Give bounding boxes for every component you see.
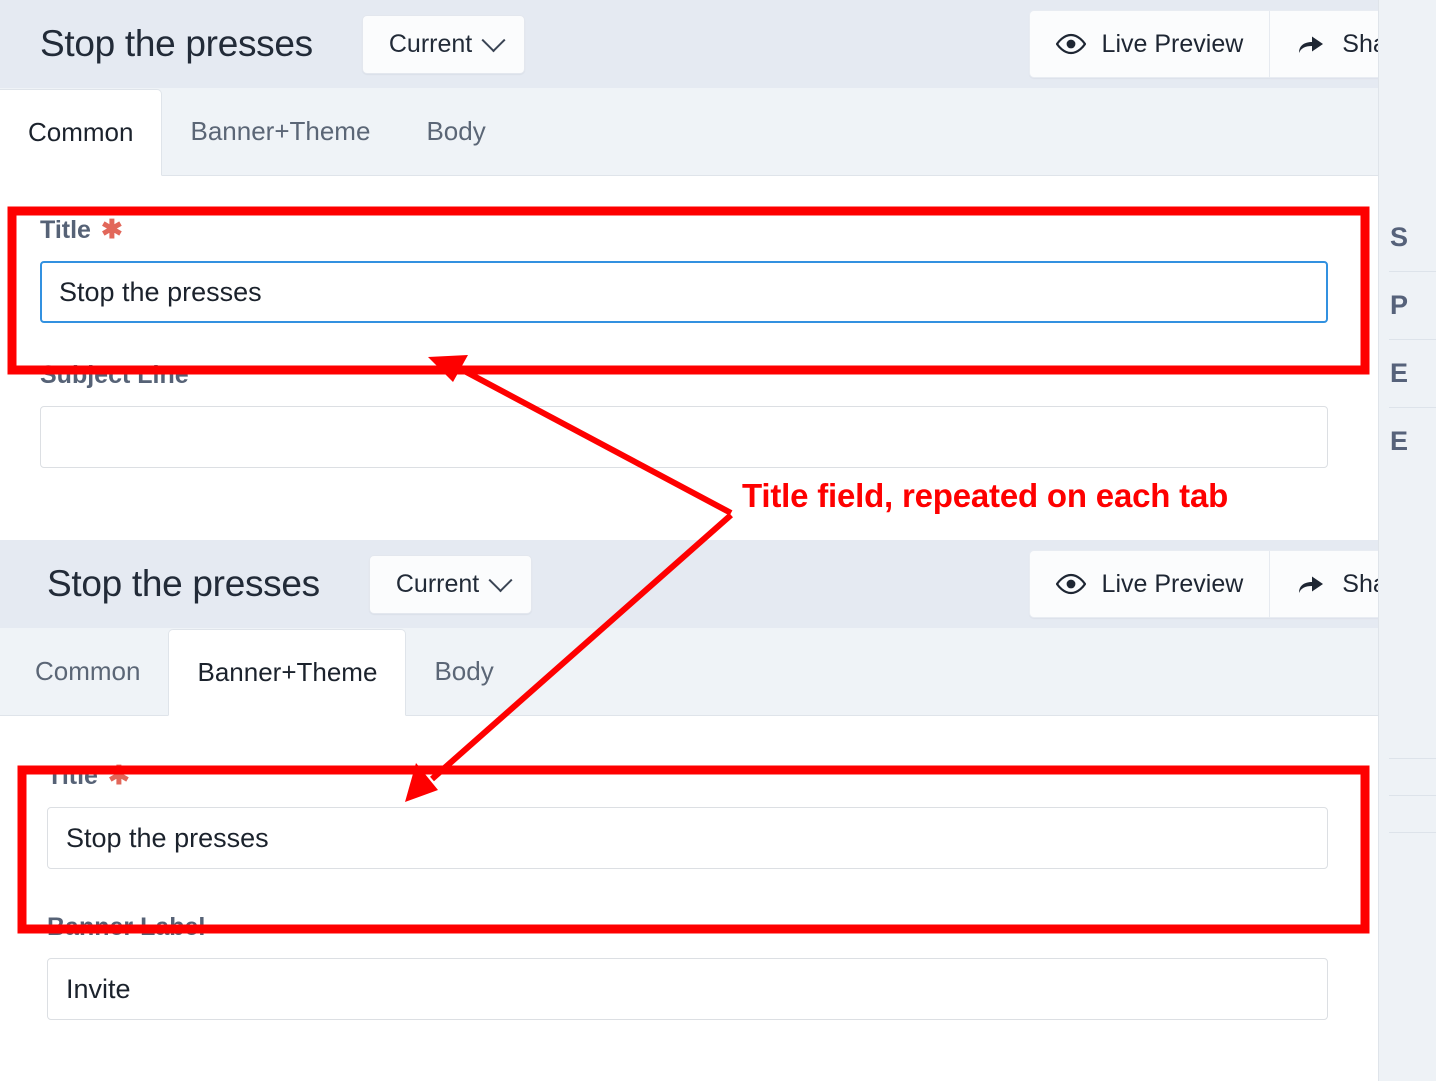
divider <box>1389 271 1436 272</box>
tab-banner-theme-label: Banner+Theme <box>190 116 371 146</box>
title-label-text: Title <box>40 216 91 244</box>
field-banner-label: Banner Label <box>7 913 1436 1020</box>
field-subject-line: Subject Line <box>0 361 1436 468</box>
live-preview-button[interactable]: Live Preview <box>1028 550 1271 618</box>
tab-bar: Common Banner+Theme Body <box>0 628 1436 716</box>
field-title: Title ✱ <box>0 214 1436 323</box>
banner-label-input[interactable] <box>47 958 1328 1020</box>
required-asterisk-icon: ✱ <box>107 760 130 790</box>
banner-theme-tab-panel: Stop the presses Current Live Preview Sh… <box>0 540 1436 1081</box>
tab-common[interactable]: Common <box>7 628 168 715</box>
banner-label-field-label: Banner Label <box>47 913 1396 942</box>
side-rail-item[interactable]: S <box>1379 222 1436 253</box>
common-tab-panel: Stop the presses Current Live Preview Sh… <box>0 0 1436 540</box>
subject-line-input[interactable] <box>40 406 1328 468</box>
title-input[interactable] <box>40 261 1328 323</box>
live-preview-button[interactable]: Live Preview <box>1028 10 1271 78</box>
tab-common-label: Common <box>28 117 134 147</box>
tab-common-label: Common <box>35 656 141 686</box>
tab-banner-theme[interactable]: Banner+Theme <box>162 88 398 175</box>
form-area: Title ✱ Banner Label <box>0 716 1436 1081</box>
tab-body-label: Body <box>434 656 494 686</box>
chevron-down-icon <box>488 567 513 592</box>
version-dropdown-label: Current <box>395 569 480 598</box>
page-title: Stop the presses <box>40 23 313 64</box>
banner-label-label-text: Banner Label <box>47 913 206 941</box>
share-arrow-icon <box>1296 572 1326 596</box>
side-rail <box>1378 540 1436 1081</box>
live-preview-label: Live Preview <box>1101 569 1244 598</box>
title-field-label: Title ✱ <box>47 760 1396 791</box>
title-label-text: Title <box>47 762 98 790</box>
side-rail-item[interactable]: P <box>1379 290 1436 321</box>
required-asterisk-icon: ✱ <box>100 214 123 244</box>
divider <box>1389 832 1436 833</box>
app-header-bar: Stop the presses Current Live Preview Sh… <box>0 0 1436 88</box>
share-arrow-icon <box>1296 32 1326 56</box>
field-title: Title ✱ <box>7 760 1436 869</box>
header-actions: Live Preview Share <box>1028 0 1436 88</box>
eye-icon <box>1055 33 1086 55</box>
chevron-down-icon <box>481 27 506 52</box>
title-input[interactable] <box>47 807 1328 869</box>
page-title: Stop the presses <box>47 563 320 604</box>
app-header-bar: Stop the presses Current Live Preview Sh… <box>0 540 1436 628</box>
subject-line-field-label: Subject Line <box>40 361 1396 390</box>
title-field-label: Title ✱ <box>40 214 1396 245</box>
side-rail: S P E E <box>1378 0 1436 540</box>
screenshot-root: Stop the presses Current Live Preview Sh… <box>0 0 1436 1081</box>
divider <box>1389 795 1436 796</box>
subject-line-label-text: Subject Line <box>40 361 189 389</box>
version-dropdown-button[interactable]: Current <box>361 14 526 74</box>
tab-body-label: Body <box>426 116 486 146</box>
tab-bar: Common Banner+Theme Body <box>0 88 1436 176</box>
version-dropdown-label: Current <box>388 29 473 58</box>
divider <box>1389 339 1436 340</box>
side-rail-item[interactable]: E <box>1379 426 1436 457</box>
header-actions: Live Preview Share <box>1028 540 1436 628</box>
tab-body[interactable]: Body <box>406 628 521 715</box>
eye-icon <box>1055 573 1086 595</box>
side-rail-item[interactable]: E <box>1379 358 1436 389</box>
divider <box>1389 407 1436 408</box>
tab-banner-theme-label: Banner+Theme <box>197 657 378 687</box>
live-preview-label: Live Preview <box>1101 29 1244 58</box>
tab-banner-theme[interactable]: Banner+Theme <box>168 629 407 716</box>
version-dropdown-button[interactable]: Current <box>368 554 533 614</box>
annotation-label: Title field, repeated on each tab <box>742 477 1229 514</box>
tab-body[interactable]: Body <box>398 88 513 175</box>
tab-common[interactable]: Common <box>0 89 163 176</box>
divider <box>1389 758 1436 759</box>
